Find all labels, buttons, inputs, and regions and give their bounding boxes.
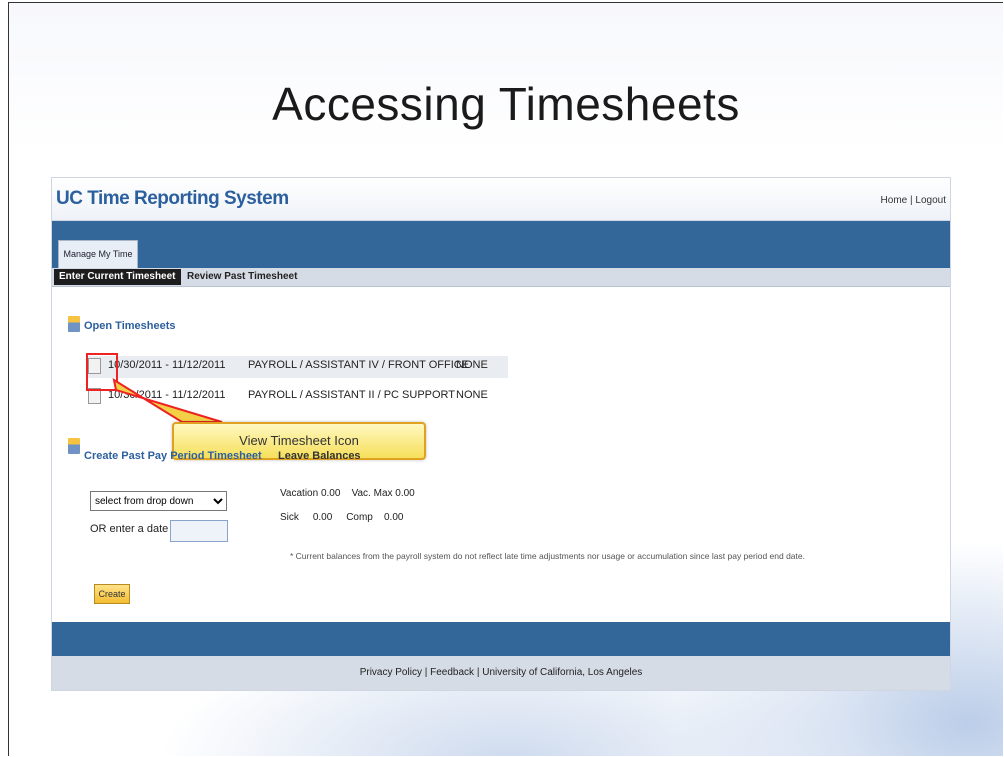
timesheet-status: NONE — [456, 389, 488, 401]
app-screenshot: UC Time Reporting System Home | Logout M… — [51, 177, 951, 691]
tab-manage-my-time[interactable]: Manage My Time — [58, 240, 138, 268]
footer-separator: | — [476, 667, 480, 678]
university-link[interactable]: University of California, Los Angeles — [482, 667, 642, 678]
open-timesheets-heading: Open Timesheets — [84, 320, 176, 332]
vacation-label: Vacation — [280, 488, 319, 499]
vac-max-label: Vac. Max — [351, 488, 393, 499]
comp-value: 0.00 — [384, 512, 404, 523]
leave-balances-heading: Leave Balances — [278, 450, 361, 462]
nav-band: Manage My Time — [52, 221, 950, 268]
subtab-review-past[interactable]: Review Past Timesheet — [187, 269, 297, 285]
create-past-heading: Create Past Pay Period Timesheet — [84, 450, 262, 462]
app-title: UC Time Reporting System — [56, 188, 289, 209]
timesheet-status: NONE — [456, 359, 488, 371]
home-link[interactable]: Home — [881, 195, 908, 206]
timesheet-dates: 10/30/2011 - 11/12/2011 — [108, 359, 226, 371]
sick-label: Sick — [280, 512, 299, 523]
open-timesheets-icon — [68, 316, 80, 332]
create-button[interactable]: Create — [94, 584, 130, 604]
timesheet-dept: PAYROLL / ASSISTANT II / PC SUPPORT — [248, 389, 456, 401]
timesheet-row: 10/30/2011 - 11/12/2011 PAYROLL / ASSIST… — [88, 356, 508, 378]
privacy-link[interactable]: Privacy Policy — [360, 667, 422, 678]
balances-row-1: Vacation 0.00 Vac. Max 0.00 — [280, 488, 415, 499]
sub-nav: Enter Current Timesheet Review Past Time… — [52, 268, 950, 287]
footer-band — [52, 622, 950, 656]
balances-note: * Current balances from the payroll syst… — [290, 551, 805, 561]
header-separator: | — [910, 195, 913, 206]
comp-label: Comp — [346, 512, 373, 523]
slide-title: Accessing Timesheets — [272, 78, 740, 130]
create-past-icon — [68, 438, 80, 454]
header-links: Home | Logout — [881, 195, 946, 206]
vac-max-value: 0.00 — [395, 488, 415, 499]
icon-highlight-box — [86, 353, 118, 391]
subtab-enter-current[interactable]: Enter Current Timesheet — [54, 269, 181, 285]
slide: Accessing Timesheets UC Time Reporting S… — [8, 2, 1003, 756]
timesheet-dept: PAYROLL / ASSISTANT IV / FRONT OFFICE — [248, 359, 470, 371]
footer-separator: | — [424, 667, 428, 678]
pay-period-select[interactable]: select from drop down — [90, 491, 227, 511]
timesheet-row: 10/30/2011 - 11/12/2011 PAYROLL / ASSIST… — [88, 386, 508, 408]
date-input[interactable] — [170, 520, 228, 542]
logout-link[interactable]: Logout — [915, 195, 946, 206]
footer-links: Privacy Policy | Feedback | University o… — [52, 656, 950, 690]
balances-row-2: Sick 0.00 Comp 0.00 — [280, 512, 403, 523]
app-header: UC Time Reporting System Home | Logout — [52, 178, 950, 221]
timesheet-dates: 10/30/2011 - 11/12/2011 — [108, 389, 226, 401]
sick-value: 0.00 — [312, 512, 333, 523]
vacation-value: 0.00 — [320, 488, 341, 499]
or-enter-date-label: OR enter a date — [90, 523, 169, 535]
feedback-link[interactable]: Feedback — [430, 667, 474, 678]
